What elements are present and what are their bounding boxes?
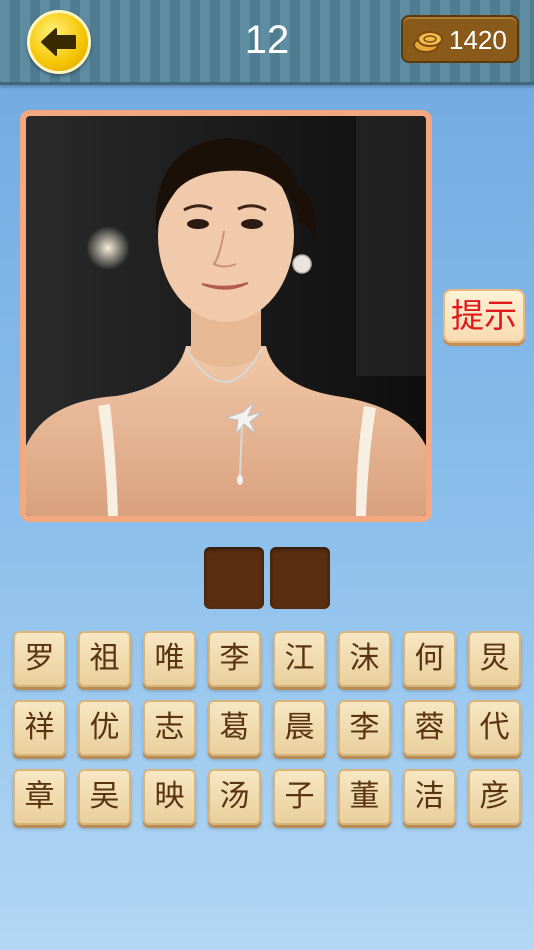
letter-tile[interactable]: 唯 xyxy=(143,631,196,687)
letter-tile[interactable]: 何 xyxy=(403,631,456,687)
coins-icon xyxy=(413,31,443,53)
top-bar: 12 1420 xyxy=(0,0,534,85)
answer-slot-1[interactable] xyxy=(204,547,264,609)
letter-tile[interactable]: 江 xyxy=(273,631,326,687)
letter-tile[interactable]: 吴 xyxy=(78,769,131,825)
celebrity-photo xyxy=(26,116,426,516)
letter-tile[interactable]: 代 xyxy=(468,700,521,756)
letter-tile[interactable]: 晨 xyxy=(273,700,326,756)
letter-tile[interactable]: 炅 xyxy=(468,631,521,687)
letter-tile[interactable]: 彦 xyxy=(468,769,521,825)
letter-tile[interactable]: 李 xyxy=(208,631,261,687)
letter-tile[interactable]: 映 xyxy=(143,769,196,825)
letter-tile[interactable]: 李 xyxy=(338,700,391,756)
letter-tile[interactable]: 汤 xyxy=(208,769,261,825)
letter-tile[interactable]: 优 xyxy=(78,700,131,756)
portrait-illustration xyxy=(26,116,426,516)
letter-tile[interactable]: 祥 xyxy=(13,700,66,756)
letter-tile[interactable]: 章 xyxy=(13,769,66,825)
letter-tile[interactable]: 沫 xyxy=(338,631,391,687)
letter-tile[interactable]: 祖 xyxy=(78,631,131,687)
letter-tile[interactable]: 志 xyxy=(143,700,196,756)
letter-tile[interactable]: 罗 xyxy=(13,631,66,687)
hint-button[interactable]: 提示 xyxy=(443,289,525,343)
letter-tile[interactable]: 葛 xyxy=(208,700,261,756)
letter-tile[interactable]: 蓉 xyxy=(403,700,456,756)
coin-count: 1420 xyxy=(449,25,507,55)
coin-counter: 1420 xyxy=(401,15,519,63)
letter-tile[interactable]: 子 xyxy=(273,769,326,825)
answer-slot-2[interactable] xyxy=(270,547,330,609)
photo-frame xyxy=(20,110,432,522)
hint-button-label: 提示 xyxy=(451,296,517,335)
letter-tile[interactable]: 洁 xyxy=(403,769,456,825)
letter-tile[interactable]: 董 xyxy=(338,769,391,825)
